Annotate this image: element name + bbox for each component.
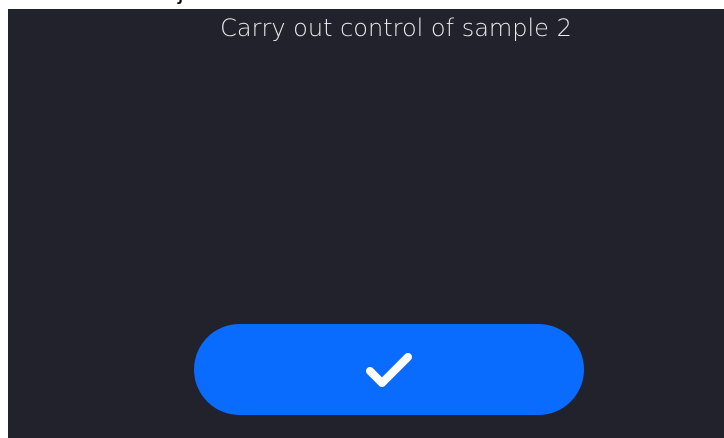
clipped-header-text: zorka 2 sarzo a jeho kontrolo. (0, 0, 724, 8)
instruction-text: Carry out control of sample 2 (220, 14, 572, 42)
checkmark-icon (366, 352, 412, 388)
dialog-screen: Carry out control of sample 2 (8, 9, 724, 438)
confirm-button[interactable] (194, 324, 584, 415)
